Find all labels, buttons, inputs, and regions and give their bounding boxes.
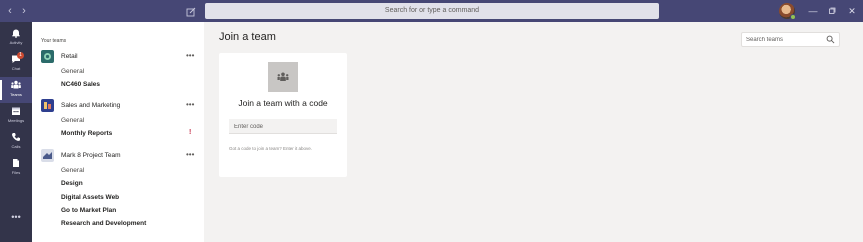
more-apps-button[interactable]: •••: [8, 213, 24, 222]
presence-available-icon: [790, 14, 796, 20]
your-teams-heading: Your teams: [41, 38, 67, 44]
team-more-options-button[interactable]: •••: [186, 51, 194, 60]
page-title: Join a team: [219, 31, 276, 43]
minimize-icon[interactable]: —: [806, 4, 820, 18]
avatar[interactable]: [779, 3, 796, 20]
search-teams-input[interactable]: [746, 34, 824, 45]
join-hint-text: Got a code to join a team? Enter it abov…: [229, 146, 313, 151]
join-card-title: Join a team with a code: [238, 98, 328, 108]
channel-item[interactable]: Go to Market Plan: [61, 207, 116, 214]
appbar-item-files[interactable]: Files: [0, 155, 32, 181]
channel-item[interactable]: Monthly Reports: [61, 130, 112, 137]
appbar-item-calls[interactable]: Calls: [0, 129, 32, 155]
restore-icon[interactable]: [825, 4, 839, 18]
team-name: Mark 8 Project Team: [61, 152, 121, 159]
team-avatar: [41, 149, 54, 162]
appbar-label: Teams: [10, 92, 22, 97]
search-icon[interactable]: [826, 35, 835, 44]
team-header-retail[interactable]: Retail •••: [32, 50, 204, 64]
code-field[interactable]: [229, 119, 337, 134]
title-bar: ‹ › Search for or type a command — ✕: [0, 0, 863, 22]
appbar-label: Activity: [9, 40, 23, 45]
team-name: Retail: [61, 53, 78, 60]
team-avatar: [41, 99, 54, 112]
unread-badge: 1: [17, 52, 24, 59]
close-icon[interactable]: ✕: [845, 4, 859, 18]
teams-list-panel: Your teams Retail ••• General NC460 Sale…: [32, 22, 204, 242]
appbar-label: Chat: [11, 66, 21, 71]
channel-item[interactable]: General: [61, 167, 84, 174]
compose-icon[interactable]: [186, 4, 198, 18]
team-more-options-button[interactable]: •••: [186, 150, 194, 159]
phone-icon: [11, 133, 20, 141]
team-header-sales-and-marketing[interactable]: Sales and Marketing •••: [32, 99, 204, 113]
chevron-right-icon[interactable]: ›: [18, 4, 30, 18]
channel-item[interactable]: Digital Assets Web: [61, 194, 119, 201]
channel-item[interactable]: Research and Development: [61, 220, 146, 227]
appbar-item-meetings[interactable]: Meetings: [0, 103, 32, 129]
chevron-left-icon[interactable]: ‹: [4, 4, 16, 18]
app-bar: Activity 1 Chat Teams Meetings Calls Fil…: [0, 22, 32, 242]
team-more-options-button[interactable]: •••: [186, 100, 194, 109]
join-team-tile: [268, 62, 298, 92]
channel-item[interactable]: General: [61, 68, 84, 75]
appbar-label: Files: [11, 170, 21, 175]
code-input[interactable]: [234, 121, 332, 132]
teams-window: ‹ › Search for or type a command — ✕ Act…: [0, 0, 863, 242]
teams-icon: [277, 72, 289, 81]
channel-item[interactable]: Design: [61, 180, 83, 187]
channel-item[interactable]: NC460 Sales: [61, 81, 100, 88]
teams-icon: [11, 80, 21, 89]
bell-icon: [12, 29, 20, 38]
appbar-label: Meetings: [7, 118, 25, 123]
join-with-code-card: Join a team with a code Got a code to jo…: [219, 53, 347, 177]
command-search-box[interactable]: Search for or type a command: [205, 3, 659, 19]
appbar-item-chat[interactable]: 1 Chat: [0, 51, 32, 77]
calendar-icon: [12, 107, 20, 115]
team-avatar: [41, 50, 54, 63]
appbar-label: Calls: [11, 144, 21, 149]
alert-icon: !: [189, 129, 192, 136]
channel-item[interactable]: General: [61, 117, 84, 124]
appbar-item-activity[interactable]: Activity: [0, 25, 32, 51]
search-teams-box[interactable]: [741, 32, 840, 47]
team-header-mark-8-project-team[interactable]: Mark 8 Project Team •••: [32, 149, 204, 163]
team-name: Sales and Marketing: [61, 102, 121, 109]
files-icon: [13, 159, 19, 167]
main-content: Join a team Join a team with a code Got …: [204, 22, 863, 242]
appbar-item-teams[interactable]: Teams: [0, 77, 32, 103]
